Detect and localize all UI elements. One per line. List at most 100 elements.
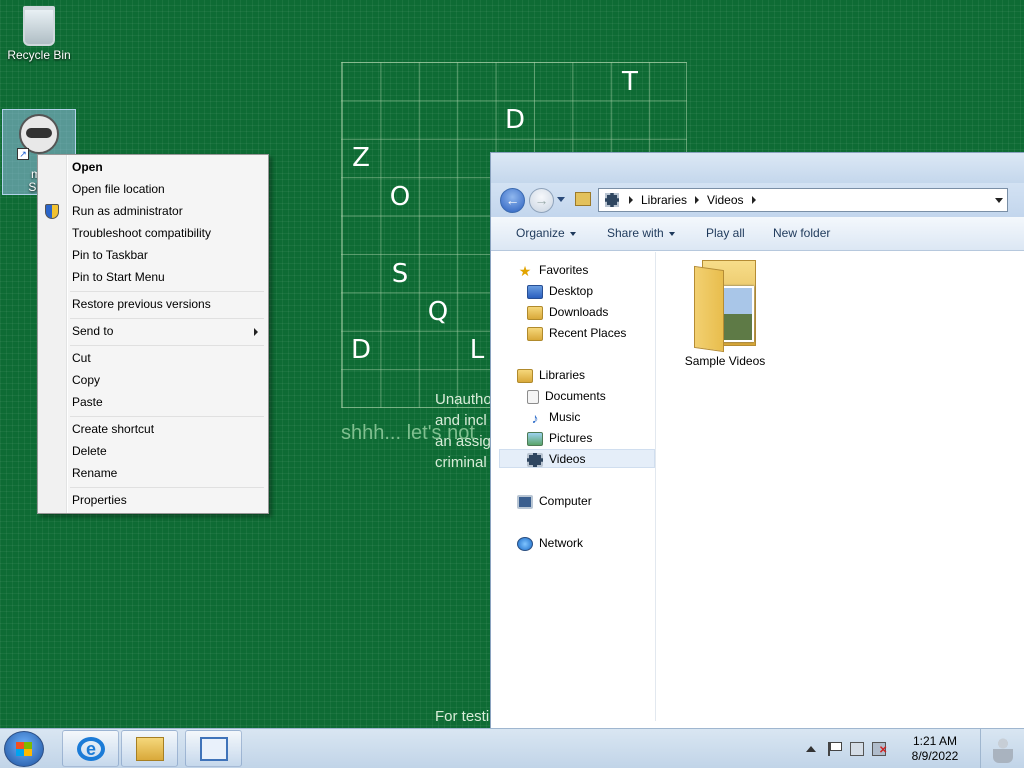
window-titlebar[interactable] [491,153,1024,183]
menu-item-restore-previous-versions[interactable]: Restore previous versions [38,294,268,315]
menu-item-run-as-administrator[interactable]: Run as administrator [38,201,268,222]
nav-desktop[interactable]: Desktop [527,282,593,301]
library-folder-icon[interactable] [575,192,591,206]
nav-computer[interactable]: Computer [517,492,592,511]
context-menu: Open Open file location Run as administr… [37,154,269,514]
navigation-pane: ★ Favorites Desktop Downloads Recent Plac… [491,252,656,721]
folder-icon [692,260,758,353]
file-list[interactable]: Sample Videos [657,252,1024,721]
clock-time: 1:21 AM [912,734,958,748]
menu-item-properties[interactable]: Properties [38,490,268,511]
show-desktop-button[interactable] [980,729,1024,768]
start-button[interactable] [4,731,44,767]
back-button[interactable]: ← [500,188,525,213]
internet-explorer-taskbar-button[interactable]: e [62,730,119,767]
nav-pictures[interactable]: Pictures [527,429,592,448]
menu-item-create-shortcut[interactable]: Create shortcut [38,419,268,440]
address-bar[interactable]: Libraries Videos [598,188,1008,212]
menu-separator [70,345,264,346]
forward-button[interactable]: → [529,188,554,213]
nav-music[interactable]: ♪ Music [527,408,581,427]
menu-item-troubleshoot-compatibility[interactable]: Troubleshoot compatibility [38,223,268,244]
system-tray: 1:21 AM 8/9/2022 [798,729,1024,768]
explorer-taskbar-button[interactable] [121,730,178,767]
grid-letter: O [389,182,411,212]
clock-date: 8/9/2022 [911,749,959,763]
nav-videos[interactable]: Videos [499,449,655,468]
recent-places-icon [527,326,543,341]
menu-item-send-to[interactable]: Send to [38,321,268,342]
menu-item-pin-to-start-menu[interactable]: Pin to Start Menu [38,267,268,288]
documents-icon [527,389,539,404]
organize-button[interactable]: Organize [516,226,576,240]
menu-item-copy[interactable]: Copy [38,370,268,391]
folder-icon [136,737,164,761]
menu-item-delete[interactable]: Delete [38,441,268,462]
nav-documents[interactable]: Documents [527,387,606,406]
grid-letter: T [622,67,638,97]
nav-downloads[interactable]: Downloads [527,303,608,322]
nav-network[interactable]: Network [517,534,583,553]
wallpaper-bottom-text: For testi [435,708,490,725]
share-with-button[interactable]: Share with [607,226,675,240]
menu-item-pin-to-taskbar[interactable]: Pin to Taskbar [38,245,268,266]
desktop-icon [527,284,543,299]
play-all-button[interactable]: Play all [706,226,745,240]
film-strip-icon [527,452,543,467]
user-avatar-icon [993,737,1013,763]
breadcrumb-separator-icon[interactable] [695,196,700,204]
action-center-flag-icon[interactable] [828,742,842,756]
breadcrumb-libraries[interactable]: Libraries [641,193,687,207]
folder-item[interactable]: Sample Videos [677,260,773,368]
control-panel-icon [200,737,228,761]
pictures-icon [527,431,543,446]
address-dropdown-icon[interactable] [995,198,1003,203]
music-note-icon: ♪ [531,409,539,426]
grid-letter: D [504,105,526,135]
navigation-bar: ← → Libraries Videos [491,183,1024,217]
volume-muted-icon[interactable] [872,742,887,756]
menu-item-rename[interactable]: Rename [38,463,268,484]
recent-pages-dropdown[interactable] [557,197,565,202]
breadcrumb-videos[interactable]: Videos [707,193,743,207]
nav-libraries[interactable]: Libraries [517,366,585,385]
show-hidden-icons-icon[interactable] [806,746,816,752]
new-folder-button[interactable]: New folder [773,226,830,240]
internet-explorer-icon: e [77,737,105,761]
menu-item-open-file-location[interactable]: Open file location [38,179,268,200]
menu-separator [70,416,264,417]
grid-letter: S [391,259,409,289]
menu-separator [70,291,264,292]
nav-recent-places[interactable]: Recent Places [527,324,626,343]
shortcut-arrow-icon: ↗ [17,148,29,160]
star-icon: ★ [518,262,532,279]
grid-letter: Z [352,143,370,173]
clock[interactable]: 1:21 AM 8/9/2022 [898,734,972,764]
menu-item-paste[interactable]: Paste [38,392,268,413]
explorer-window: ← → Libraries Videos Organize Share with… [490,152,1024,730]
trash-icon [23,6,55,46]
taskbar: e 1:21 AM 8/9/2022 [0,728,1024,768]
submenu-arrow-icon [254,328,258,336]
wallpaper-shhh-text: shhh... let's not [341,422,475,444]
menu-item-open[interactable]: Open [38,157,268,178]
command-toolbar: Organize Share with Play all New folder [491,217,1024,251]
menu-item-cut[interactable]: Cut [38,348,268,369]
grid-letter: Q [427,297,449,327]
breadcrumb-separator-icon[interactable] [751,196,756,204]
grid-letter: D [350,335,372,365]
downloads-folder-icon [527,305,543,320]
network-icon[interactable] [850,742,864,756]
libraries-icon [517,368,533,383]
video-library-icon [605,193,619,207]
recycle-bin-label: Recycle Bin [7,48,71,62]
control-panel-taskbar-button[interactable] [185,730,242,767]
network-globe-icon [517,536,533,551]
menu-separator [70,487,264,488]
windows-logo-icon [16,742,32,756]
breadcrumb-separator-icon[interactable] [629,196,633,204]
nav-favorites[interactable]: ★ Favorites [517,261,589,280]
recycle-bin-icon[interactable]: Recycle Bin [2,6,76,62]
computer-icon [517,494,533,509]
shield-icon [45,204,59,219]
